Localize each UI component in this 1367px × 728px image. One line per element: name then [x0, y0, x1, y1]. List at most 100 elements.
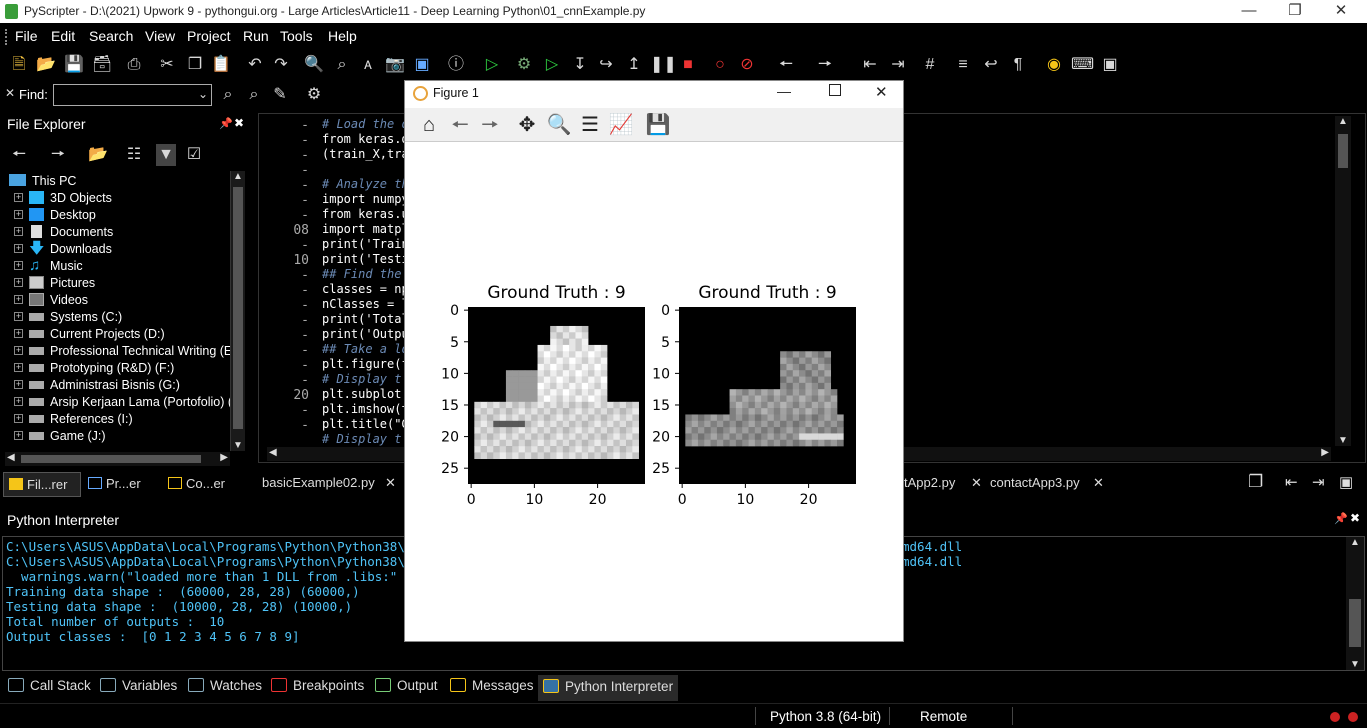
- scroll-thumb[interactable]: [233, 187, 243, 429]
- tree-item[interactable]: + Systems (C:): [0, 309, 230, 326]
- scroll-up-icon[interactable]: ▲: [233, 171, 243, 182]
- code-line[interactable]: import numpy: [322, 192, 409, 206]
- run-icon[interactable]: ▷: [482, 54, 502, 76]
- info-icon[interactable]: ⓘ: [446, 54, 466, 76]
- menu-tools[interactable]: Tools: [280, 28, 313, 44]
- undo-icon[interactable]: ↶: [245, 54, 265, 76]
- scroll-down-icon[interactable]: ▼: [1338, 435, 1348, 446]
- code-line[interactable]: ## Find the: [322, 267, 409, 281]
- edit-axis-icon[interactable]: 📈: [607, 111, 635, 139]
- explorer-vscrollbar[interactable]: ▲ ▼: [230, 171, 245, 451]
- tab-breakpoints[interactable]: Breakpoints: [271, 678, 364, 693]
- expand-icon[interactable]: +: [14, 261, 23, 270]
- new-file-icon[interactable]: 🗎: [9, 54, 29, 76]
- tab-file-explorer[interactable]: Fil...rer: [3, 472, 81, 497]
- pin-icon[interactable]: 📌: [219, 117, 233, 130]
- scroll-down-icon[interactable]: ▼: [233, 440, 243, 451]
- expand-icon[interactable]: +: [14, 329, 23, 338]
- expand-icon[interactable]: +: [14, 244, 23, 253]
- maximize-button[interactable]: [829, 84, 841, 96]
- save-icon[interactable]: 💾: [64, 54, 84, 76]
- pilcrow-icon[interactable]: ¶: [1008, 54, 1028, 76]
- python-version[interactable]: Python 3.8 (64-bit): [770, 709, 881, 724]
- code-line[interactable]: from keras.u: [322, 207, 409, 221]
- scroll-up-icon[interactable]: ▲: [1350, 537, 1360, 548]
- tree-item[interactable]: + Professional Technical Writing (E:): [0, 343, 230, 360]
- scroll-right-icon[interactable]: ▶: [1321, 447, 1329, 458]
- code-line[interactable]: plt.subplot(: [322, 387, 409, 401]
- find-icon[interactable]: 🔍: [304, 54, 324, 76]
- zoom-icon[interactable]: ▣: [412, 54, 432, 76]
- forward-icon[interactable]: 🠖: [48, 144, 68, 166]
- code-line[interactable]: print('Testi: [322, 252, 409, 266]
- find-options-icon[interactable]: ⚙: [304, 84, 324, 106]
- pause-icon[interactable]: ❚❚: [650, 54, 677, 76]
- expand-icon[interactable]: +: [14, 193, 23, 202]
- debug-icon[interactable]: ⚙: [514, 54, 534, 76]
- tree-item[interactable]: + Videos: [0, 292, 230, 309]
- editor-tab[interactable]: contactApp3.py: [990, 475, 1080, 490]
- save-figure-icon[interactable]: 💾: [644, 111, 672, 139]
- filter-icon[interactable]: ▼: [156, 144, 176, 166]
- tree-item[interactable]: + Desktop: [0, 207, 230, 224]
- home-icon[interactable]: ⌂: [415, 111, 443, 139]
- find-prev-icon[interactable]: ⌕: [218, 84, 238, 106]
- scroll-up-icon[interactable]: ▲: [1338, 116, 1348, 127]
- close-button[interactable]: ✕: [1318, 0, 1364, 23]
- clear-breakpoints-icon[interactable]: ⊘: [737, 54, 757, 76]
- tab-variables[interactable]: Variables: [100, 678, 177, 693]
- tab-code-explorer[interactable]: Co...er: [168, 476, 225, 491]
- code-line[interactable]: print('Outpu: [322, 327, 409, 341]
- find-input[interactable]: ⌄: [53, 84, 212, 106]
- figure-canvas[interactable]: Ground Truth : 9 0 5 10 15 20 25 0 10 20 Ground Tr…: [405, 143, 903, 641]
- minimize-button[interactable]: —: [1226, 0, 1272, 23]
- code-line[interactable]: (train_X,tra: [322, 147, 409, 161]
- print-icon[interactable]: ⎙: [124, 54, 144, 76]
- tree-root[interactable]: This PC: [0, 173, 230, 190]
- tab-close-icon[interactable]: ✕: [385, 475, 396, 491]
- menu-run[interactable]: Run: [243, 28, 269, 44]
- folder-up-icon[interactable]: 📂: [88, 144, 108, 166]
- scroll-thumb[interactable]: [1338, 134, 1348, 168]
- tab-output[interactable]: Output: [375, 678, 438, 693]
- tree-item[interactable]: + 🡇 Downloads: [0, 241, 230, 258]
- configure-subplots-icon[interactable]: ☰: [576, 111, 604, 139]
- scroll-right-icon[interactable]: ▶: [220, 452, 228, 463]
- back-icon[interactable]: 🠔: [9, 144, 29, 166]
- highlight-icon[interactable]: ✎: [270, 84, 290, 106]
- expand-icon[interactable]: +: [14, 414, 23, 423]
- tab-close-icon[interactable]: ✕: [971, 475, 982, 491]
- find-next-small-icon[interactable]: ⌕: [244, 84, 264, 106]
- restore-button[interactable]: ❐: [1272, 0, 1318, 23]
- expand-icon[interactable]: +: [14, 278, 23, 287]
- run-to-cursor-icon[interactable]: ▷: [542, 54, 562, 76]
- code-line[interactable]: plt.title("G: [322, 417, 409, 431]
- scroll-thumb[interactable]: [1349, 599, 1361, 647]
- step-over-icon[interactable]: ↪: [596, 54, 616, 76]
- code-line[interactable]: # Analyze th: [322, 177, 409, 191]
- expand-icon[interactable]: +: [14, 312, 23, 321]
- save-all-icon[interactable]: 🗃: [92, 54, 112, 76]
- tree-item[interactable]: +3D Objects: [0, 190, 230, 207]
- engine-mode[interactable]: Remote: [920, 709, 967, 724]
- close-icon[interactable]: ✖: [1350, 511, 1360, 525]
- tab-messages[interactable]: Messages: [450, 678, 534, 693]
- code-line[interactable]: print('Train: [322, 237, 409, 251]
- wrap-icon[interactable]: ↩: [981, 54, 1001, 76]
- indent-icon[interactable]: ⇤: [860, 54, 880, 76]
- code-line[interactable]: plt.imshow(t: [322, 402, 409, 416]
- editor-vscrollbar[interactable]: ▲ ▼: [1335, 116, 1351, 446]
- expand-icon[interactable]: +: [14, 227, 23, 236]
- pin-icon[interactable]: 📌: [1334, 512, 1348, 525]
- pan-icon[interactable]: ✥: [513, 111, 541, 139]
- python-icon[interactable]: ◉: [1044, 54, 1064, 76]
- code-line[interactable]: nClasses = l: [322, 297, 409, 311]
- code-line[interactable]: from keras.d: [322, 132, 409, 146]
- code-line[interactable]: plt.figure(f: [322, 357, 409, 371]
- tab-window-icon[interactable]: ▣: [1339, 473, 1353, 491]
- code-line[interactable]: import matpl: [322, 222, 409, 236]
- code-line[interactable]: # Load the d: [322, 117, 409, 131]
- dedent-icon[interactable]: ⇥: [888, 54, 908, 76]
- copy-icon[interactable]: ❐: [185, 54, 205, 76]
- scroll-down-icon[interactable]: ▼: [1350, 659, 1360, 670]
